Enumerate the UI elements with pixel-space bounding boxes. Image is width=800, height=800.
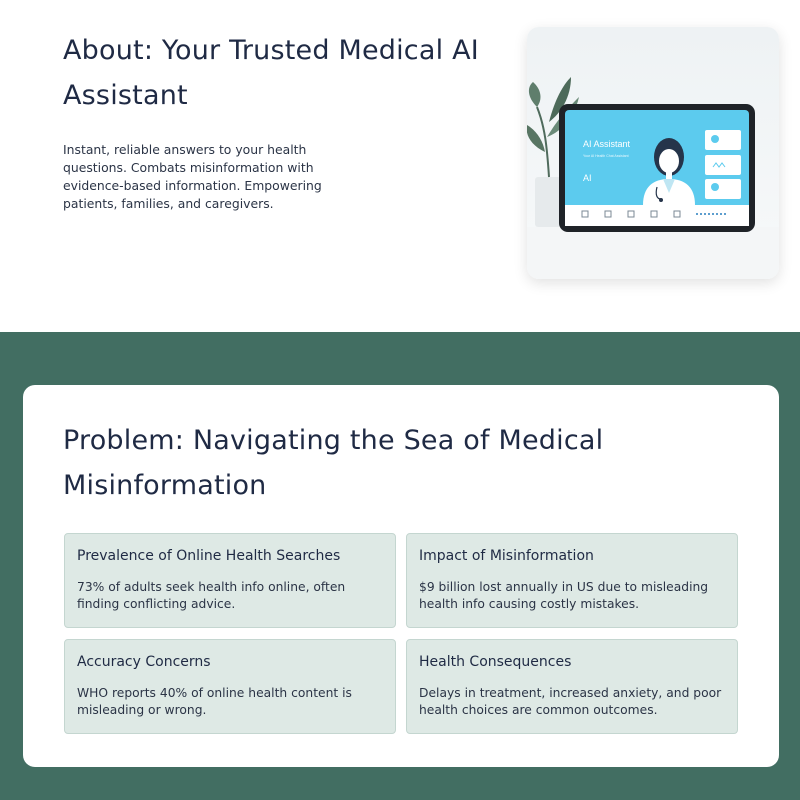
problem-tile-online-searches: Prevalence of Online Health Searches 73%… [64,533,396,628]
problem-tile-misinformation-impact: Impact of Misinformation $9 billion lost… [406,533,738,628]
problem-title: Problem: Navigating the Sea of Medical M… [63,425,604,501]
tile-title: Accuracy Concerns [77,654,211,670]
screen-card [705,179,741,199]
tile-title: Health Consequences [419,654,572,670]
problem-section: Problem: Navigating the Sea of Medical M… [0,332,800,800]
tile-title: Impact of Misinformation [419,548,594,564]
tablet-illustration-image: AI Assistant Your AI Health Chat Assista… [527,27,779,279]
about-section: About: Your Trusted Medical AI Assistant… [0,0,800,332]
about-description: Instant, reliable answers to your health… [63,142,322,211]
tablet-device: AI Assistant Your AI Health Chat Assista… [559,104,755,232]
tile-text: WHO reports 40% of online health content… [77,686,352,717]
about-title: About: Your Trusted Medical AI Assistant [63,35,479,111]
screen-subtitle: Your AI Health Chat Assistant [583,154,629,158]
screen-badge: AI [583,173,592,183]
tile-text: 73% of adults seek health info online, o… [77,580,346,611]
screen-title: AI Assistant [583,139,631,149]
screen-card [705,130,741,150]
tile-text: $9 billion lost annually in US due to mi… [419,580,709,611]
tile-title: Prevalence of Online Health Searches [77,548,341,564]
problem-tile-health-consequences: Health Consequences Delays in treatment,… [406,639,738,734]
problem-card: Problem: Navigating the Sea of Medical M… [23,385,779,767]
problem-tile-accuracy-concerns: Accuracy Concerns WHO reports 40% of onl… [64,639,396,734]
tile-text: Delays in treatment, increased anxiety, … [419,686,722,717]
